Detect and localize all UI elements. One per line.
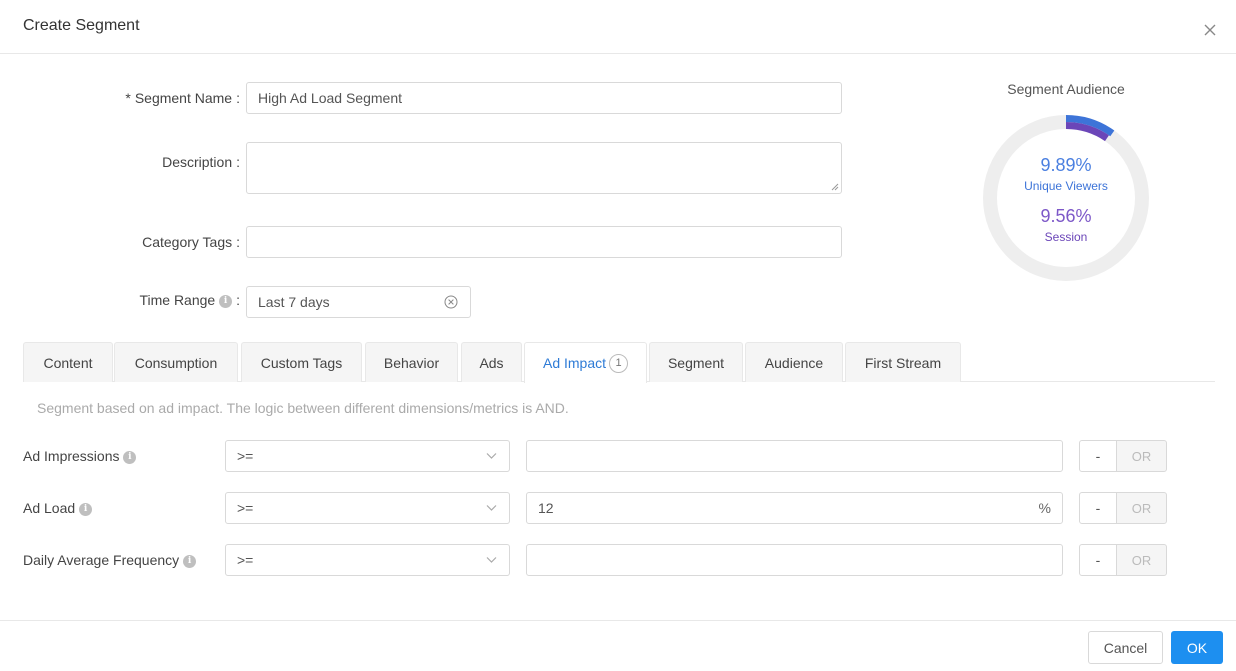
tab-label: Behavior [383,354,440,371]
metric-label-text: Ad Impressions [23,448,120,464]
info-icon[interactable]: i [183,554,197,568]
info-icon[interactable]: i [79,502,93,516]
info-icon[interactable]: i [123,450,137,464]
tab-label: Audience [764,354,824,371]
tab-label: Consumption [134,354,218,371]
session-label: Session [1044,230,1088,244]
label-colon: : [236,154,240,170]
ok-button[interactable]: OK [1171,631,1223,664]
tab-hint-text: Segment based on ad impact. The logic be… [37,400,569,416]
segment-name-input[interactable]: High Ad Load Segment [246,82,842,114]
category-tags-label: Category Tags: [100,234,240,250]
tab-segment[interactable]: Segment [649,342,743,382]
description-textarea[interactable] [246,142,842,194]
resize-grip-icon[interactable] [831,183,839,191]
tab-content[interactable]: Content [23,342,113,382]
operator-value: >= [237,500,254,516]
tab-custom-tags[interactable]: Custom Tags [241,342,362,382]
tab-label: Segment [667,354,725,371]
tab-ad-impact[interactable]: Ad Impact 1 [524,342,647,383]
operator-select-daily-average-frequency[interactable]: >= [225,544,510,576]
metric-label-ad-load: Ad Load i [23,500,93,516]
operator-select-ad-load[interactable]: >= [225,492,510,524]
metric-label-text: Ad Load [23,500,76,516]
remove-condition-button[interactable]: - [1079,544,1117,576]
tab-label: First Stream [864,354,942,371]
tab-label: Custom Tags [260,354,343,371]
dialog-title: Create Segment [23,17,140,34]
chevron-down-icon [486,453,497,459]
chevron-down-icon [486,505,497,511]
tab-ads[interactable]: Ads [461,342,522,382]
tab-label: Content [43,354,93,371]
remove-condition-button[interactable]: - [1079,440,1117,472]
label-colon: : [236,234,240,250]
category-tags-input[interactable] [246,226,842,258]
info-icon[interactable]: i [219,294,233,308]
unique-viewers-label: Unique Viewers [1024,179,1108,193]
remove-condition-button[interactable]: - [1079,492,1117,524]
metric-label-text: Daily Average Frequency [23,552,180,568]
tab-audience[interactable]: Audience [745,342,843,382]
or-button: OR [1116,544,1167,576]
segment-name-label-text: Segment Name [134,90,233,106]
metric-value: 12 [538,500,554,516]
or-button: OR [1116,492,1167,524]
unique-viewers-value: 9.89% [1040,155,1092,175]
value-input-ad-load[interactable]: 12 % [526,492,1063,524]
or-button: OR [1116,440,1167,472]
cancel-button[interactable]: Cancel [1088,631,1163,664]
session-value: 9.56% [1040,206,1092,226]
time-range-label-text: Time Range [139,292,216,308]
operator-value: >= [237,552,254,568]
operator-value: >= [237,448,254,464]
category-tags-label-text: Category Tags [142,234,233,250]
description-label-text: Description [162,154,233,170]
value-input-daily-average-frequency[interactable] [526,544,1063,576]
tab-count-badge: 1 [609,353,629,373]
tab-label: Ad Impact [542,355,607,371]
metric-label-ad-impressions: Ad Impressions i [23,448,137,464]
dialog-footer [0,620,1236,671]
time-range-picker[interactable]: Last 7 days [246,286,471,318]
tab-behavior[interactable]: Behavior [365,342,458,382]
donut-track [983,115,1149,281]
label-colon: : [236,90,240,106]
dimension-tabs: Content Consumption Custom Tags Behavior… [23,342,1215,383]
operator-select-ad-impressions[interactable]: >= [225,440,510,472]
required-mark: * [125,90,131,106]
segment-name-label: * Segment Name: [100,90,240,106]
clear-circle-icon[interactable] [444,295,458,309]
tab-label: Ads [479,354,504,371]
close-icon[interactable] [1202,22,1218,38]
tab-consumption[interactable]: Consumption [114,342,238,382]
label-colon: : [236,292,240,308]
dialog-header: Create Segment [0,0,1236,54]
time-range-value: Last 7 days [258,294,330,310]
description-label: Description: [100,154,240,170]
segment-audience-title: Segment Audience [1007,81,1125,97]
create-segment-dialog: Create Segment * Segment Name: High Ad Lo… [0,0,1236,671]
unit-suffix: % [1038,500,1051,516]
chevron-down-icon [486,557,497,563]
metric-label-daily-average-frequency: Daily Average Frequency i [23,552,197,568]
time-range-label: Time Range i: [100,292,240,308]
segment-audience-donut [983,115,1149,281]
value-input-ad-impressions[interactable] [526,440,1063,472]
segment-name-value: High Ad Load Segment [258,90,402,106]
tab-first-stream[interactable]: First Stream [845,342,961,382]
